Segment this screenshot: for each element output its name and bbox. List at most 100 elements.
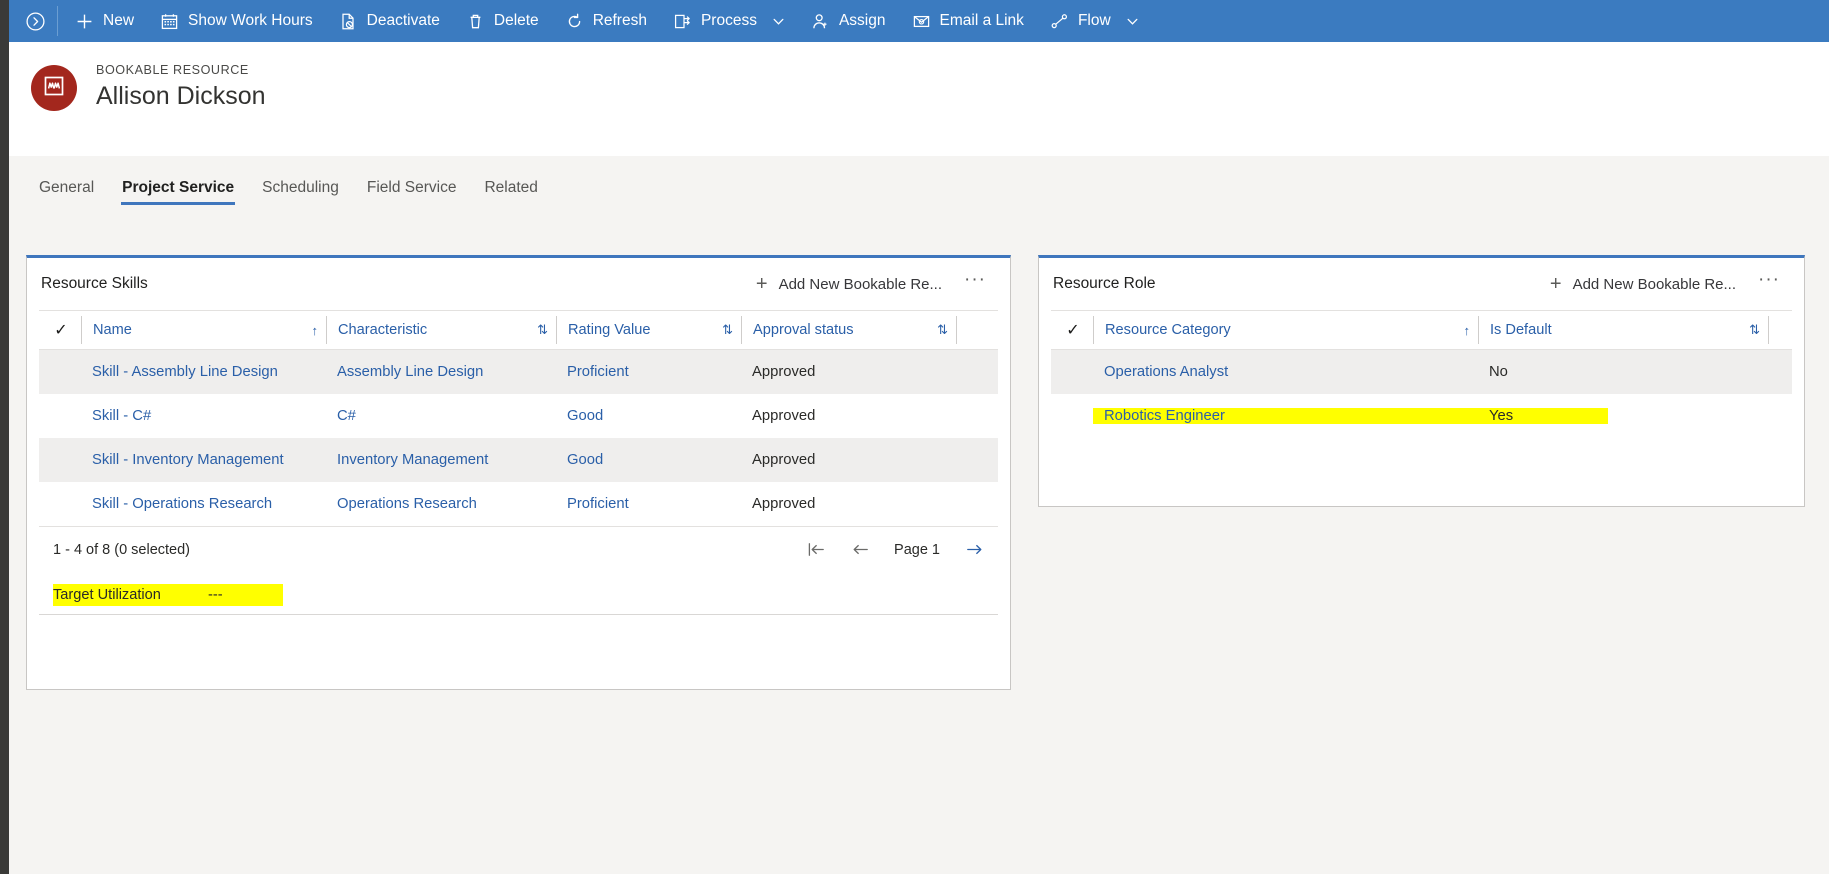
- column-header-approval-status[interactable]: Approval status ⇅: [741, 316, 956, 344]
- column-header-name[interactable]: Name ↑: [81, 316, 326, 344]
- resource-skills-pager: 1 - 4 of 8 (0 selected) Page 1: [39, 526, 998, 572]
- page-number-label: Page 1: [894, 541, 940, 558]
- record-header: BOOKABLE RESOURCE Allison Dickson: [9, 42, 1829, 156]
- process-icon: [673, 12, 692, 31]
- command-bar: New Show Work Hours Deactivate Delete Re…: [9, 0, 1829, 42]
- email-a-link-label: Email a Link: [939, 12, 1024, 29]
- table-row[interactable]: Skill - Operations Research Operations R…: [39, 482, 998, 526]
- tab-scheduling[interactable]: Scheduling: [248, 179, 353, 208]
- column-divider: [956, 316, 957, 344]
- calendar-icon: [160, 12, 179, 31]
- record-count-label: 1 - 4 of 8 (0 selected): [53, 541, 191, 558]
- add-new-bookable-resource-skill-label: Add New Bookable Re...: [778, 275, 943, 293]
- resource-skills-grid: ✓ Name ↑ Characteristic ⇅ Rating Value ⇅…: [27, 310, 1010, 526]
- cell-characteristic[interactable]: C#: [326, 408, 556, 424]
- table-row[interactable]: Skill - Assembly Line Design Assembly Li…: [39, 350, 998, 394]
- cell-characteristic[interactable]: Operations Research: [326, 496, 556, 512]
- resource-skills-grid-header: ✓ Name ↑ Characteristic ⇅ Rating Value ⇅…: [39, 310, 998, 350]
- cell-name[interactable]: Skill - C#: [81, 408, 326, 424]
- plus-icon: [75, 12, 94, 31]
- resource-role-title: Resource Role: [1053, 275, 1156, 292]
- column-divider: [1768, 316, 1769, 344]
- cell-characteristic[interactable]: Inventory Management: [326, 452, 556, 468]
- resource-skills-header: Resource Skills + Add New Bookable Re...…: [27, 258, 1010, 310]
- flow-label: Flow: [1077, 12, 1111, 29]
- tab-related[interactable]: Related: [470, 179, 551, 208]
- deactivate-label: Deactivate: [366, 12, 440, 29]
- resource-skills-title: Resource Skills: [41, 275, 148, 292]
- add-new-bookable-resource-category-button[interactable]: + Add New Bookable Re...: [1542, 271, 1744, 298]
- email-a-link-button[interactable]: Email a Link: [899, 0, 1037, 42]
- cell-rating-value[interactable]: Good: [556, 408, 741, 424]
- column-header-characteristic[interactable]: Characteristic ⇅: [326, 316, 556, 344]
- left-navigation-rail: [0, 0, 9, 874]
- cell-approval-status: Approved: [752, 364, 816, 380]
- flow-button[interactable]: Flow: [1037, 0, 1152, 42]
- cell-resource-category[interactable]: Robotics Engineer: [1093, 408, 1478, 424]
- add-new-bookable-resource-category-label: Add New Bookable Re...: [1572, 275, 1737, 293]
- show-work-hours-label: Show Work Hours: [188, 12, 313, 29]
- new-button-label: New: [103, 12, 135, 29]
- chevron-down-icon: [772, 15, 785, 28]
- sort-toggle-icon: ⇅: [937, 322, 948, 337]
- cell-rating-value[interactable]: Proficient: [556, 364, 741, 380]
- first-page-icon[interactable]: [796, 533, 836, 567]
- column-header-is-default[interactable]: Is Default ⇅: [1478, 316, 1768, 344]
- delete-button[interactable]: Delete: [453, 0, 552, 42]
- chevron-circle-right-icon[interactable]: [15, 0, 55, 42]
- cell-name[interactable]: Skill - Operations Research: [81, 496, 326, 512]
- cell-name[interactable]: Skill - Assembly Line Design: [81, 364, 326, 380]
- tab-project-service[interactable]: Project Service: [108, 179, 248, 208]
- assign-label: Assign: [838, 12, 886, 29]
- cell-is-default: Yes: [1478, 408, 1608, 424]
- sort-toggle-icon: ⇅: [722, 322, 733, 337]
- cell-rating-value[interactable]: Proficient: [556, 496, 741, 512]
- avatar: [31, 65, 77, 111]
- cell-rating-value[interactable]: Good: [556, 452, 741, 468]
- resource-role-panel: Resource Role + Add New Bookable Re... ·…: [1038, 255, 1805, 507]
- previous-page-icon[interactable]: [840, 533, 880, 567]
- cell-characteristic[interactable]: Assembly Line Design: [326, 364, 556, 380]
- resource-role-more-commands-button[interactable]: ···: [1744, 270, 1790, 294]
- next-page-icon[interactable]: [954, 533, 994, 567]
- tab-general[interactable]: General: [25, 179, 108, 208]
- plus-icon: +: [755, 273, 768, 295]
- resource-role-grid-header: ✓ Resource Category ↑ Is Default ⇅: [1051, 310, 1792, 350]
- cell-is-default: No: [1489, 364, 1508, 380]
- target-utilization-value[interactable]: ---: [208, 587, 283, 603]
- column-header-resource-category[interactable]: Resource Category ↑: [1093, 316, 1478, 344]
- table-row[interactable]: Robotics Engineer Yes: [1051, 394, 1792, 438]
- target-utilization-label: Target Utilization: [53, 587, 161, 603]
- sort-ascending-icon: ↑: [311, 322, 319, 338]
- resource-skills-more-commands-button[interactable]: ···: [950, 270, 996, 294]
- add-new-bookable-resource-skill-button[interactable]: + Add New Bookable Re...: [748, 271, 950, 298]
- table-row[interactable]: Skill - C# C# Good Approved: [39, 394, 998, 438]
- select-all-checkbox[interactable]: ✓: [41, 316, 81, 344]
- select-all-checkbox[interactable]: ✓: [1053, 316, 1093, 344]
- cell-resource-category[interactable]: Operations Analyst: [1093, 364, 1478, 380]
- command-bar-divider: [57, 6, 58, 36]
- flow-icon: [1050, 12, 1069, 31]
- resource-role-header: Resource Role + Add New Bookable Re... ·…: [1039, 258, 1804, 310]
- plus-icon: +: [1549, 273, 1562, 295]
- new-button[interactable]: New: [62, 0, 147, 42]
- table-row[interactable]: Skill - Inventory Management Inventory M…: [39, 438, 998, 482]
- bookable-resource-icon: [43, 75, 65, 102]
- table-row[interactable]: Operations Analyst No: [1051, 350, 1792, 394]
- app-root: New Show Work Hours Deactivate Delete Re…: [0, 0, 1829, 874]
- refresh-label: Refresh: [592, 12, 647, 29]
- column-header-rating-value[interactable]: Rating Value ⇅: [556, 316, 741, 344]
- resource-skills-panel: Resource Skills + Add New Bookable Re...…: [26, 255, 1011, 690]
- tab-field-service[interactable]: Field Service: [353, 179, 471, 208]
- assign-button[interactable]: Assign: [798, 0, 899, 42]
- sort-toggle-icon: ⇅: [537, 322, 548, 337]
- process-button[interactable]: Process: [660, 0, 798, 42]
- refresh-button[interactable]: Refresh: [552, 0, 660, 42]
- page-block-icon: [339, 12, 358, 31]
- cell-approval-status: Approved: [752, 408, 816, 424]
- cell-name[interactable]: Skill - Inventory Management: [81, 452, 326, 468]
- deactivate-button[interactable]: Deactivate: [326, 0, 453, 42]
- field-divider: [39, 614, 998, 615]
- show-work-hours-button[interactable]: Show Work Hours: [147, 0, 326, 42]
- target-utilization-field-row: Target Utilization ---: [39, 576, 998, 614]
